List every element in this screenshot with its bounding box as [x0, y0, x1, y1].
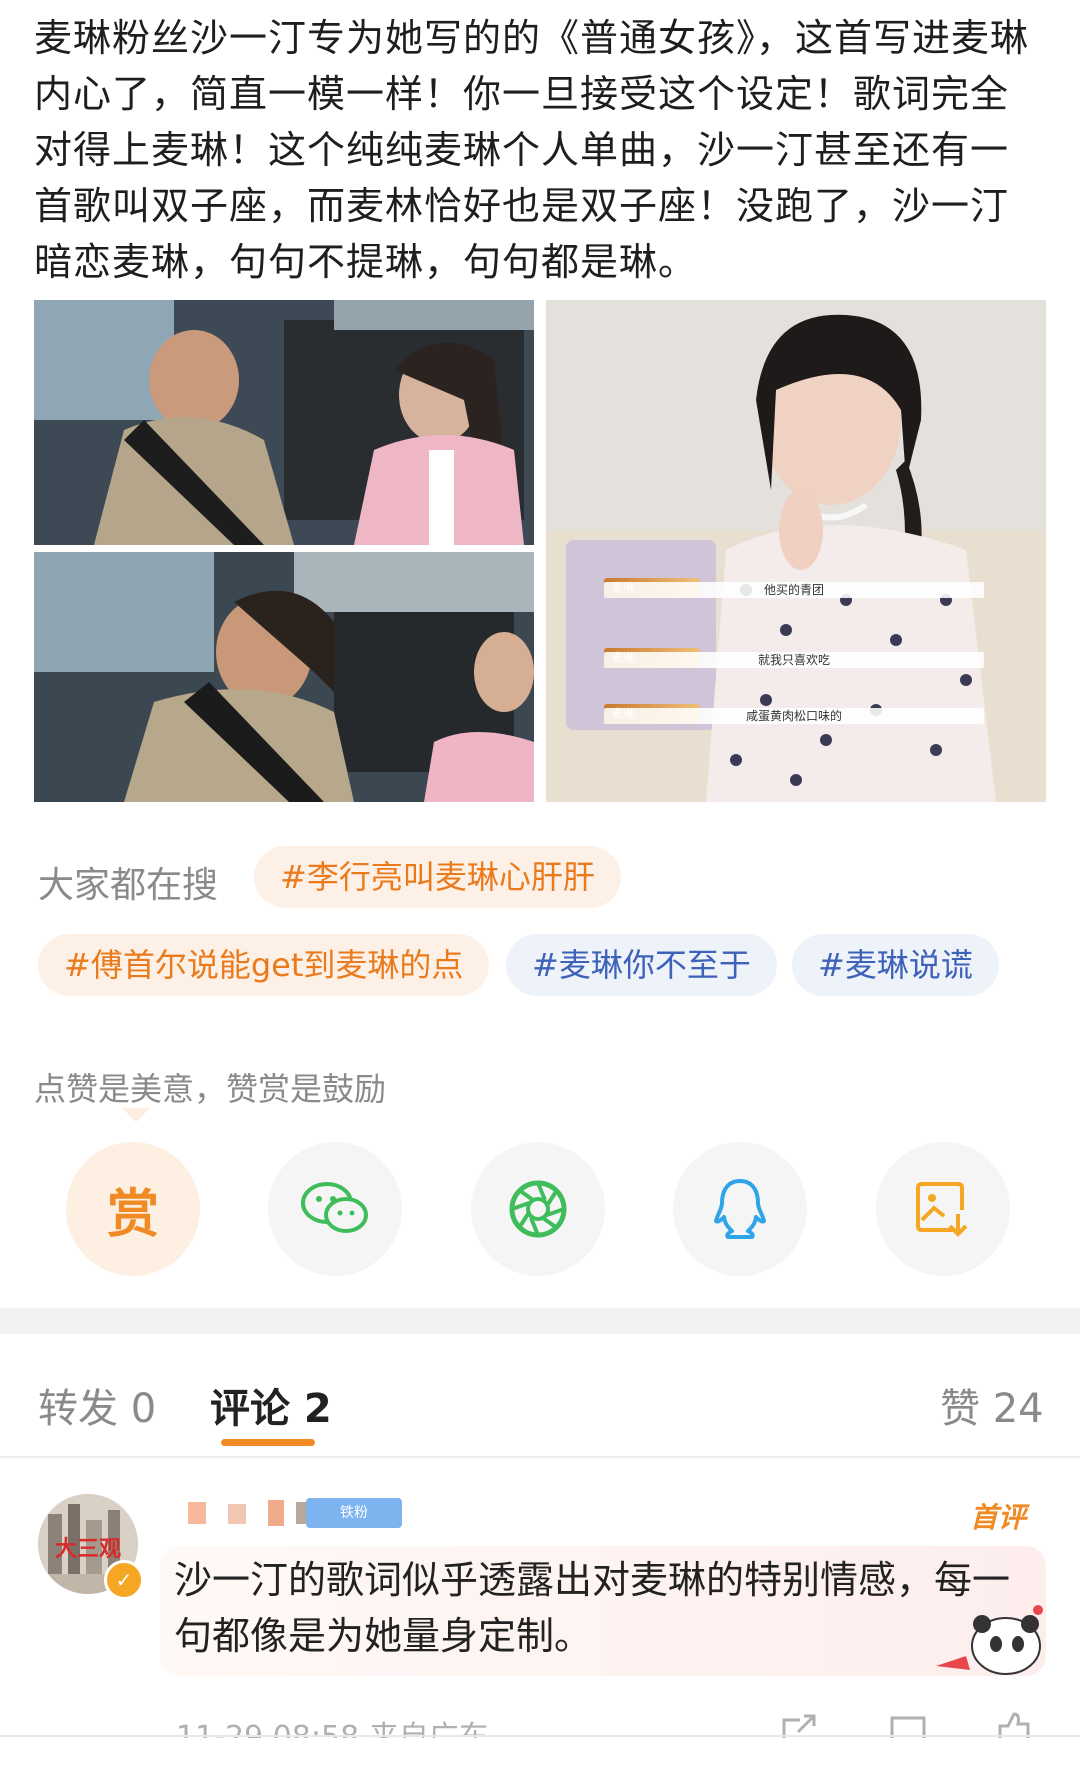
post-images: 麦琳 他买的青团 麦琳 就我只喜欢吃 麦琳 咸蛋黄肉松口味的 — [34, 300, 1046, 802]
reward-button[interactable]: 赏 — [66, 1142, 200, 1276]
section-divider — [0, 1308, 1080, 1334]
qq-icon — [714, 1179, 766, 1239]
share-qq-button[interactable] — [673, 1142, 807, 1276]
hot-search-chip[interactable]: #李行亮叫麦琳心肝肝 — [254, 846, 621, 908]
hot-search-chip[interactable]: #傅首尔说能get到麦琳的点 — [38, 934, 490, 996]
post-image-car-bottom[interactable] — [34, 552, 534, 802]
tab-comments[interactable]: 评论 2 — [210, 1376, 332, 1434]
tab-likes[interactable]: 赞 24 — [940, 1376, 1044, 1434]
avatar-text: 大三观 — [55, 1537, 121, 1562]
post-image-maillin[interactable]: 麦琳 他买的青团 麦琳 就我只喜欢吃 麦琳 咸蛋黄肉松口味的 — [546, 300, 1046, 802]
post-image-car-top[interactable] — [34, 300, 534, 545]
tabs-divider — [0, 1456, 1080, 1458]
save-image-button[interactable] — [876, 1142, 1010, 1276]
share-moments-button[interactable] — [471, 1142, 605, 1276]
subtitle-line: 他买的青团 — [604, 582, 984, 598]
tab-repost[interactable]: 转发 0 — [38, 1376, 156, 1434]
hot-search-chip[interactable]: #麦琳说谎 — [792, 934, 999, 996]
hot-search-chip[interactable]: #麦琳你不至于 — [506, 934, 777, 996]
hint-arrow — [122, 1108, 150, 1122]
active-tab-indicator — [221, 1439, 315, 1446]
post-text: 麦琳粉丝沙一汀专为她写的的《普通女孩》，这首写进麦琳内心了，简直一模一样！你一旦… — [34, 16, 1030, 284]
comment-text: 沙一汀的歌词似乎透露出对麦琳的特别情感，每一句都像是为她量身定制。 — [174, 1558, 1011, 1658]
reward-hint: 点赞是美意，赞赏是鼓励 — [34, 1070, 387, 1108]
reward-icon: 赏 — [106, 1184, 159, 1245]
hot-search-label: 大家都在搜 — [38, 865, 219, 906]
wechat-icon — [301, 1182, 368, 1233]
bottom-divider — [0, 1735, 1080, 1737]
fan-badge: 铁粉 — [306, 1498, 402, 1528]
share-wechat-button[interactable] — [268, 1142, 402, 1276]
subtitle-line: 咸蛋黄肉松口味的 — [604, 708, 984, 724]
save-image-icon — [916, 1182, 968, 1237]
moments-icon — [509, 1180, 567, 1238]
interaction-tabs: 转发 0 评论 2 赞 24 — [0, 1336, 1080, 1456]
subtitle-line: 就我只喜欢吃 — [604, 652, 984, 668]
first-comment-label: 首评 — [970, 1501, 1027, 1534]
verified-badge-icon: ✓ — [104, 1560, 144, 1600]
